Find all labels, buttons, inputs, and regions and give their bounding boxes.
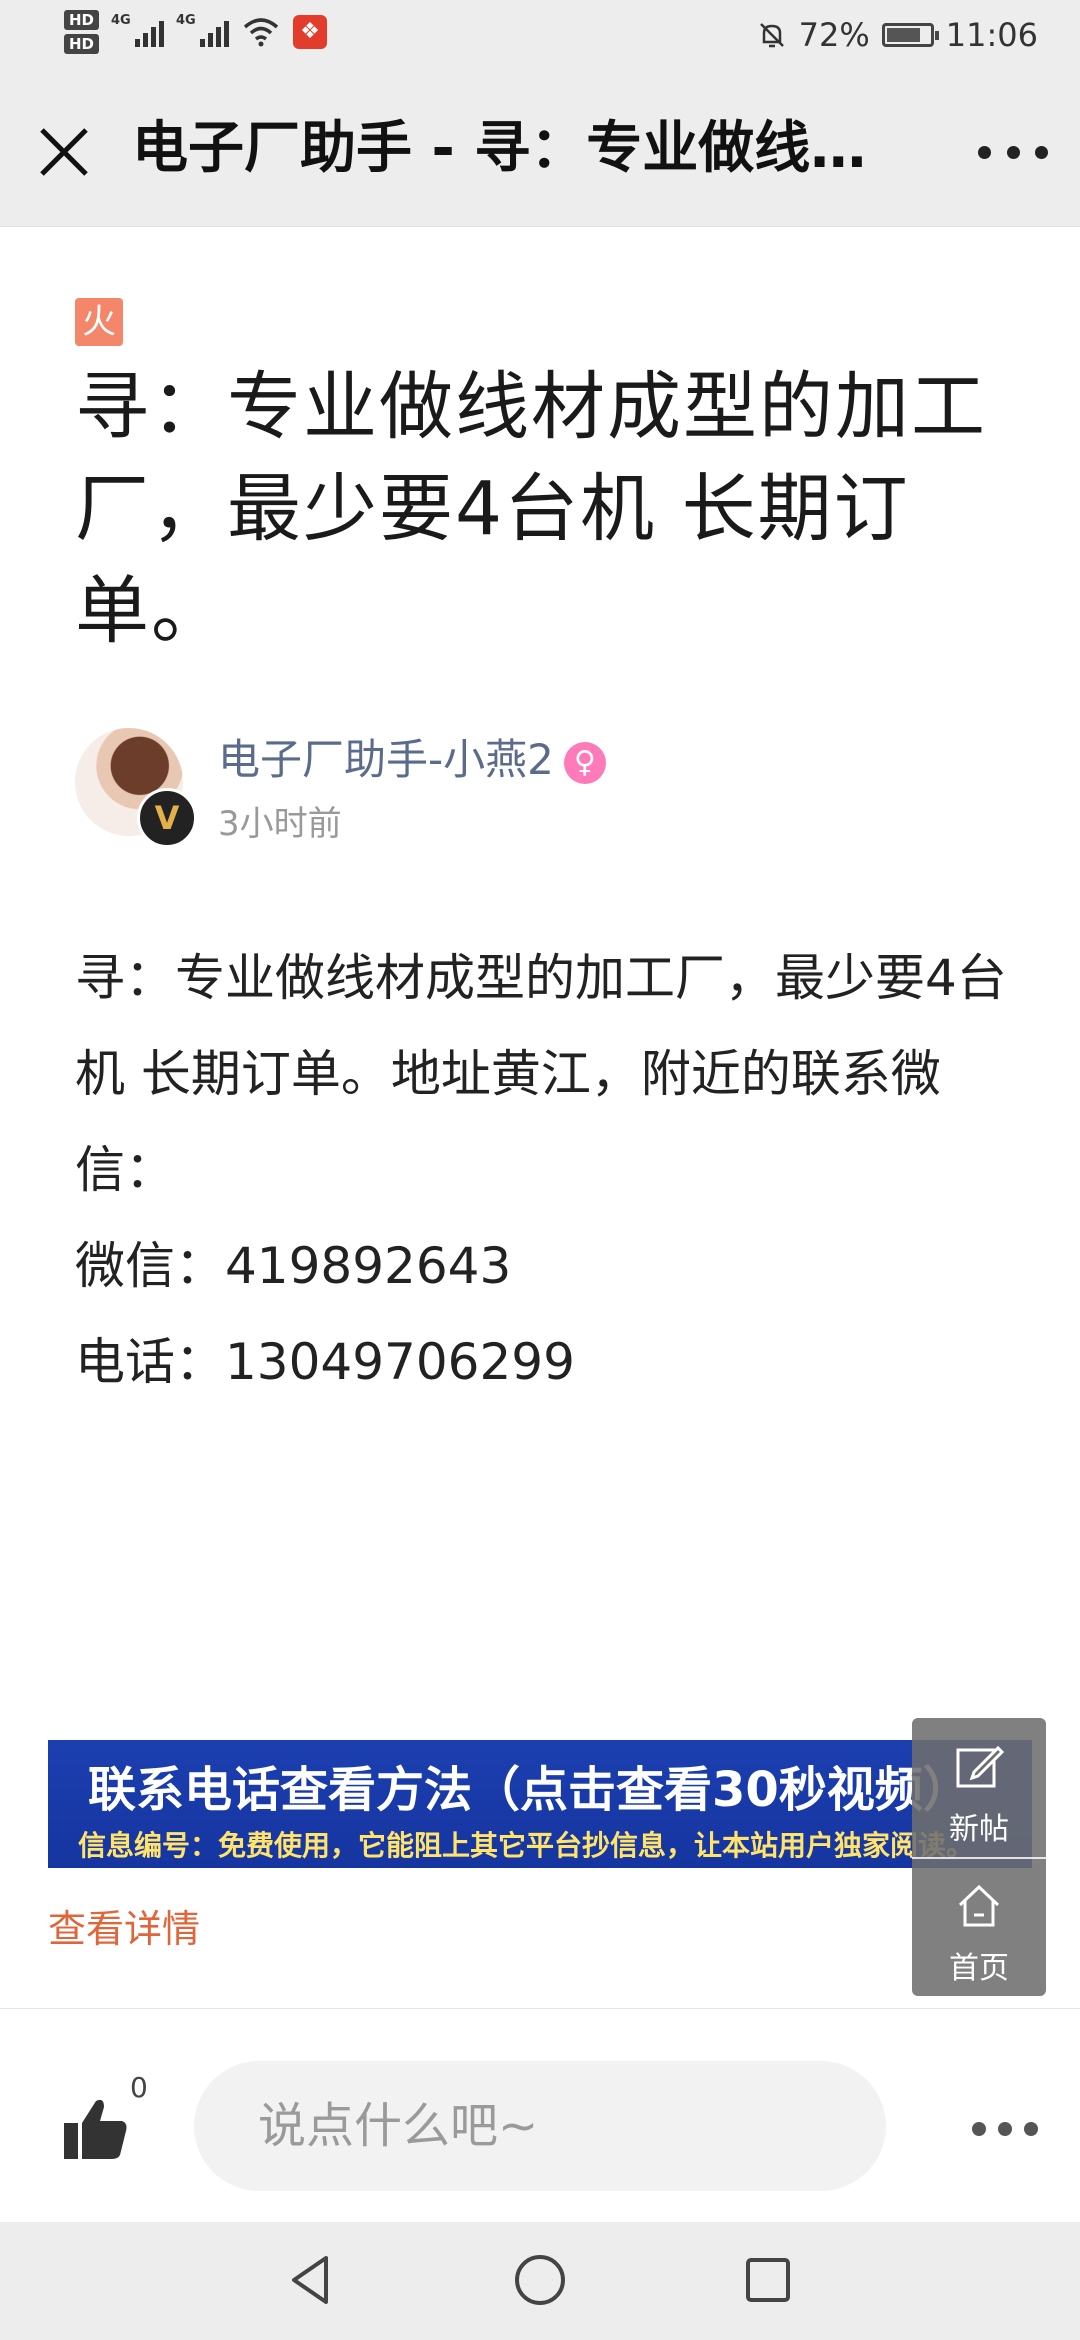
body-phone: 电话：13049706299 bbox=[75, 1333, 575, 1391]
new-post-button[interactable]: 新帖 bbox=[912, 1718, 1046, 1857]
page-title: 电子厂助手 - 寻：专业做线… bbox=[132, 116, 867, 181]
status-right: 72% 11:06 bbox=[757, 16, 1038, 54]
female-icon: ♀ bbox=[563, 741, 606, 784]
article-title: 寻：专业做线材成型的加工厂，最少要4台机 长期订单。 bbox=[75, 364, 987, 654]
signal-icon-2: 4G bbox=[176, 13, 230, 47]
thumbs-up-icon[interactable] bbox=[60, 2093, 132, 2165]
net2-label: 4G bbox=[176, 13, 196, 28]
close-icon[interactable] bbox=[34, 122, 94, 182]
author-row[interactable]: V 电子厂助手-小燕2 ♀ 3小时前 bbox=[75, 726, 975, 848]
floating-menu: 新帖 首页 bbox=[912, 1718, 1046, 1996]
edit-icon bbox=[956, 1745, 1004, 1788]
avatar[interactable]: V bbox=[75, 728, 197, 848]
app-notification-icon: ❖ bbox=[293, 15, 328, 49]
title-bar: 电子厂助手 - 寻：专业做线… bbox=[0, 72, 1080, 227]
status-left: HD HD 4G 4G ❖ bbox=[64, 10, 328, 54]
comment-bar: 0 说点什么吧~ bbox=[0, 2008, 1080, 2223]
author-name[interactable]: 电子厂助手-小燕2 ♀ bbox=[218, 726, 606, 787]
mute-bell-icon bbox=[759, 23, 784, 48]
home-icon bbox=[958, 1884, 1000, 1927]
hd-indicator: HD HD bbox=[64, 10, 100, 54]
body-paragraph: 寻：专业做线材成型的加工厂，最少要4台机 长期订单。地址黄江，附近的联系微信： bbox=[75, 949, 1007, 1199]
home-label: 首页 bbox=[949, 1951, 1009, 1986]
wifi-icon bbox=[243, 18, 279, 47]
more-icon[interactable] bbox=[978, 132, 1048, 172]
banner-headline: 联系电话查看方法（点击查看30秒视频） bbox=[88, 1762, 971, 1818]
hot-badge: 火 bbox=[75, 298, 123, 346]
author-name-text: 电子厂助手-小燕2 bbox=[218, 735, 554, 784]
body-wechat: 微信：419892643 bbox=[75, 1237, 512, 1295]
status-bar: HD HD 4G 4G ❖ 72% 11:06 bbox=[0, 0, 1080, 72]
hd2-label: HD bbox=[64, 34, 100, 54]
article-body: 寻：专业做线材成型的加工厂，最少要4台机 长期订单。地址黄江，附近的联系微信： … bbox=[75, 930, 1015, 1410]
back-triangle-icon[interactable] bbox=[282, 2250, 342, 2310]
banner-subline: 信息编号：免费使用，它能阻上其它平台抄信息，让本站用户独家阅读。 bbox=[78, 1829, 975, 1862]
hd1-label: HD bbox=[64, 10, 100, 30]
battery-icon bbox=[881, 23, 939, 47]
clock: 11:06 bbox=[945, 16, 1038, 54]
contact-method-banner[interactable]: 联系电话查看方法（点击查看30秒视频） 信息编号：免费使用，它能阻上其它平台抄信… bbox=[48, 1740, 1032, 1868]
post-time: 3小时前 bbox=[218, 804, 342, 844]
comment-more-icon[interactable] bbox=[972, 2119, 1038, 2139]
comment-input[interactable]: 说点什么吧~ bbox=[194, 2061, 886, 2191]
signal-icon: 4G bbox=[111, 13, 165, 47]
like-count: 0 bbox=[130, 2071, 148, 2104]
home-button[interactable]: 首页 bbox=[912, 1857, 1046, 1996]
battery-percent: 72% bbox=[798, 16, 870, 54]
home-circle-icon[interactable] bbox=[510, 2250, 570, 2310]
net1-label: 4G bbox=[111, 13, 131, 28]
new-post-label: 新帖 bbox=[949, 1812, 1009, 1847]
system-nav-bar bbox=[0, 2222, 1080, 2340]
view-details-link[interactable]: 查看详情 bbox=[48, 1898, 200, 1953]
recents-square-icon[interactable] bbox=[738, 2250, 798, 2310]
verified-badge: V bbox=[137, 788, 197, 848]
